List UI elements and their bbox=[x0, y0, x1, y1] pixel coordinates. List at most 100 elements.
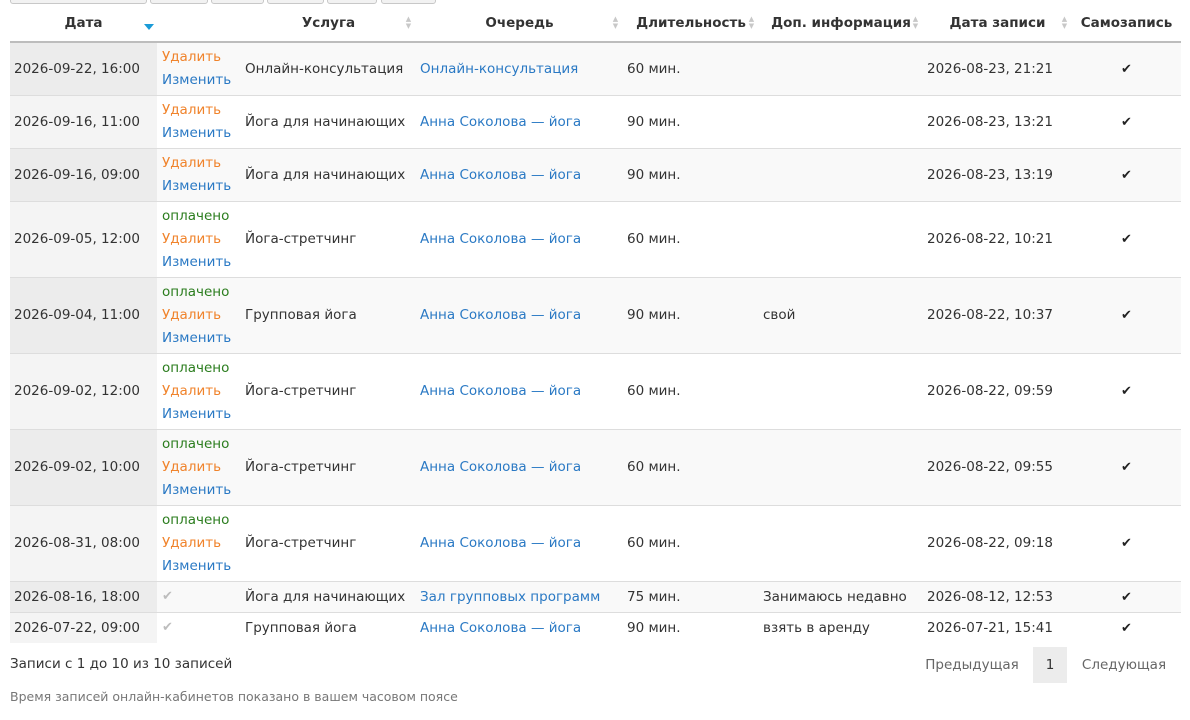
delete-link[interactable]: Удалить bbox=[162, 380, 237, 403]
cell-duration: 60 мин. bbox=[623, 41, 759, 95]
edit-link[interactable]: Изменить bbox=[162, 479, 237, 502]
queue-link[interactable]: Анна Соколова — йога bbox=[420, 535, 581, 551]
table-row: 2026-07-22, 09:00 ✔ Групповая йога Анна Сок… bbox=[10, 611, 1181, 643]
toolbar-button[interactable] bbox=[10, 0, 147, 4]
toolbar-button[interactable] bbox=[381, 0, 436, 4]
cell-date: 2026-09-05, 12:00 bbox=[10, 200, 157, 277]
column-header-queue[interactable]: Очередь ▲ ▼ bbox=[416, 5, 623, 43]
toolbar-button[interactable] bbox=[267, 0, 324, 4]
cell-queue: Анна Соколова — йога bbox=[416, 276, 623, 353]
self-booking-check-icon: ✔ bbox=[1121, 61, 1132, 77]
table-row: 2026-08-31, 08:00 оплачено Удалить Изменить… bbox=[10, 504, 1181, 581]
column-header-created[interactable]: Дата записи ▲ ▼ bbox=[923, 5, 1072, 43]
cell-actions: ✔ bbox=[157, 611, 241, 643]
delete-link[interactable]: Удалить bbox=[162, 152, 237, 175]
cell-service: Йога-стретчинг bbox=[241, 352, 416, 429]
cell-duration: 75 мин. bbox=[623, 580, 759, 612]
delete-link[interactable]: Удалить bbox=[162, 46, 237, 69]
edit-link[interactable]: Изменить bbox=[162, 555, 237, 578]
cell-self-booking: ✔ bbox=[1072, 504, 1181, 581]
delete-link[interactable]: Удалить bbox=[162, 304, 237, 327]
cell-extra-info bbox=[759, 147, 923, 201]
cell-date: 2026-09-02, 10:00 bbox=[10, 428, 157, 505]
sort-both-icon: ▲ ▼ bbox=[1061, 15, 1068, 30]
column-header-duration[interactable]: Длительность ▲ ▼ bbox=[623, 5, 759, 43]
queue-link[interactable]: Анна Соколова — йога bbox=[420, 620, 581, 636]
table-row: 2026-09-05, 12:00 оплачено Удалить Изменить… bbox=[10, 200, 1181, 277]
cell-date: 2026-08-16, 18:00 bbox=[10, 580, 157, 612]
cell-actions: оплачено Удалить Изменить bbox=[157, 276, 241, 353]
paid-status: оплачено bbox=[162, 511, 230, 528]
cell-created: 2026-08-22, 10:37 bbox=[923, 276, 1072, 353]
cell-self-booking: ✔ bbox=[1072, 94, 1181, 148]
paid-status: оплачено bbox=[162, 435, 230, 452]
toolbar-button[interactable] bbox=[150, 0, 208, 4]
cell-created: 2026-07-21, 15:41 bbox=[923, 611, 1072, 643]
column-header-service[interactable]: Услуга ▲ ▼ bbox=[241, 5, 416, 43]
column-label: Доп. информация bbox=[771, 15, 911, 31]
edit-link[interactable]: Изменить bbox=[162, 251, 237, 274]
cell-actions: оплачено Удалить Изменить bbox=[157, 428, 241, 505]
delete-link[interactable]: Удалить bbox=[162, 99, 237, 122]
cell-self-booking: ✔ bbox=[1072, 428, 1181, 505]
edit-link[interactable]: Изменить bbox=[162, 69, 237, 92]
cell-duration: 90 мин. bbox=[623, 147, 759, 201]
delete-link[interactable]: Удалить bbox=[162, 456, 237, 479]
cell-date: 2026-09-02, 12:00 bbox=[10, 352, 157, 429]
cell-created: 2026-08-22, 09:18 bbox=[923, 504, 1072, 581]
column-header-extra-info[interactable]: Доп. информация ▲ ▼ bbox=[759, 5, 923, 43]
cell-self-booking: ✔ bbox=[1072, 580, 1181, 612]
queue-link[interactable]: Анна Соколова — йога bbox=[420, 231, 581, 247]
cell-extra-info bbox=[759, 94, 923, 148]
queue-link[interactable]: Анна Соколова — йога bbox=[420, 114, 581, 130]
queue-link[interactable]: Онлайн-консультация bbox=[420, 61, 578, 77]
column-label: Услуга bbox=[301, 15, 356, 31]
cell-queue: Анна Соколова — йога bbox=[416, 94, 623, 148]
pagination-previous-button[interactable]: Предыдущая bbox=[918, 647, 1026, 683]
column-label: Дата bbox=[64, 15, 103, 31]
pagination-page-1[interactable]: 1 bbox=[1033, 647, 1067, 683]
toolbar-button[interactable] bbox=[211, 0, 264, 4]
edit-link[interactable]: Изменить bbox=[162, 403, 237, 426]
sort-both-icon: ▲ ▼ bbox=[748, 15, 755, 30]
cell-service: Групповая йога bbox=[241, 276, 416, 353]
edit-link[interactable]: Изменить bbox=[162, 122, 237, 145]
completed-check-icon: ✔ bbox=[162, 589, 173, 604]
edit-link[interactable]: Изменить bbox=[162, 175, 237, 198]
queue-link[interactable]: Зал групповых программ bbox=[420, 589, 600, 605]
column-header-self-booking[interactable]: Самозапись bbox=[1072, 5, 1181, 43]
delete-link[interactable]: Удалить bbox=[162, 532, 237, 555]
column-label: Самозапись bbox=[1080, 15, 1173, 31]
toolbar-button[interactable] bbox=[327, 0, 377, 4]
sort-both-icon: ▲ ▼ bbox=[612, 15, 619, 30]
pagination-next-button[interactable]: Следующая bbox=[1074, 647, 1174, 683]
edit-link[interactable]: Изменить bbox=[162, 327, 237, 350]
cell-extra-info: свой bbox=[759, 276, 923, 353]
cell-created: 2026-08-22, 09:55 bbox=[923, 428, 1072, 505]
queue-link[interactable]: Анна Соколова — йога bbox=[420, 383, 581, 399]
cell-extra-info bbox=[759, 504, 923, 581]
cell-created: 2026-08-23, 21:21 bbox=[923, 41, 1072, 95]
cell-actions: Удалить Изменить bbox=[157, 41, 241, 95]
cell-created: 2026-08-23, 13:19 bbox=[923, 147, 1072, 201]
cell-queue: Анна Соколова — йога bbox=[416, 200, 623, 277]
cell-duration: 60 мин. bbox=[623, 428, 759, 505]
column-header-date[interactable]: Дата bbox=[10, 5, 157, 43]
queue-link[interactable]: Анна Соколова — йога bbox=[420, 459, 581, 475]
cell-duration: 60 мин. bbox=[623, 352, 759, 429]
cell-actions: оплачено Удалить Изменить bbox=[157, 352, 241, 429]
cell-date: 2026-08-31, 08:00 bbox=[10, 504, 157, 581]
self-booking-check-icon: ✔ bbox=[1121, 589, 1132, 605]
cell-self-booking: ✔ bbox=[1072, 41, 1181, 95]
self-booking-check-icon: ✔ bbox=[1121, 460, 1132, 475]
queue-link[interactable]: Анна Соколова — йога bbox=[420, 307, 581, 323]
cell-service: Йога для начинающих bbox=[241, 580, 416, 612]
cell-queue: Зал групповых программ bbox=[416, 580, 623, 612]
cell-date: 2026-07-22, 09:00 bbox=[10, 611, 157, 643]
queue-link[interactable]: Анна Соколова — йога bbox=[420, 167, 581, 183]
paid-status: оплачено bbox=[162, 283, 230, 300]
delete-link[interactable]: Удалить bbox=[162, 228, 237, 251]
cell-created: 2026-08-22, 10:21 bbox=[923, 200, 1072, 277]
cell-self-booking: ✔ bbox=[1072, 147, 1181, 201]
cell-service: Йога для начинающих bbox=[241, 94, 416, 148]
